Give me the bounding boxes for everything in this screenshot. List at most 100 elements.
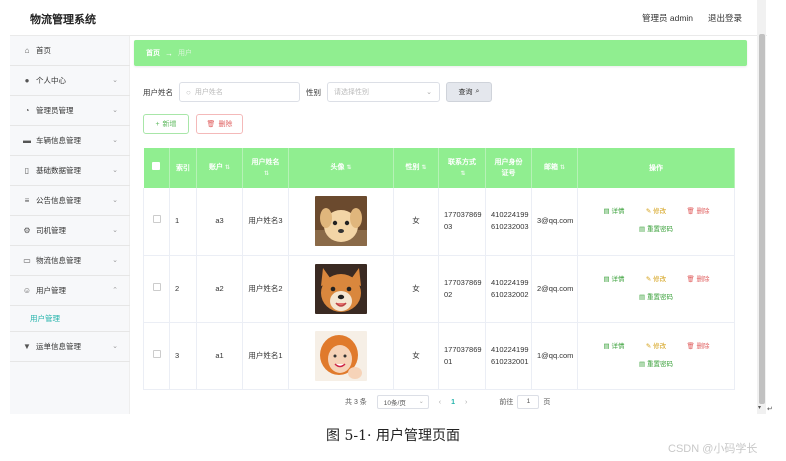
reset-password-button[interactable]: ▤ 重置密码 bbox=[626, 292, 686, 304]
chevron-down-icon: ⌄ bbox=[418, 399, 424, 405]
sidebar-item-admin-management[interactable]: ◔ 管理员管理 ⌄ bbox=[10, 96, 130, 126]
header-name[interactable]: 用户姓名 ⇅ bbox=[242, 148, 289, 188]
reset-password-button[interactable]: ▤ 重置密码 bbox=[626, 359, 686, 371]
edit-button[interactable]: ✎ 修改 bbox=[635, 274, 677, 286]
row-checkbox[interactable] bbox=[143, 255, 170, 323]
page-number[interactable]: 1 bbox=[451, 399, 455, 406]
gender-filter-placeholder: 请选择性别 bbox=[334, 89, 369, 96]
goto-page-input[interactable]: 1 bbox=[517, 395, 540, 409]
header-phone[interactable]: 联系方式 ⇅ bbox=[438, 148, 486, 188]
row-checkbox[interactable] bbox=[143, 188, 170, 256]
delete-button[interactable]: 🗑 删除 bbox=[677, 274, 719, 286]
sidebar-item-home[interactable]: ⌂ 首页 bbox=[10, 36, 130, 66]
scroll-down-arrow-icon[interactable]: ▾ bbox=[758, 404, 761, 411]
cell-id-card: 410224199610232003 bbox=[485, 188, 532, 256]
sidebar-item-logistics-info[interactable]: ▭ 物流信息管理 ⌄ bbox=[10, 246, 130, 276]
sidebar-item-vehicle-info[interactable]: ▬ 车辆信息管理 ⌄ bbox=[10, 126, 130, 156]
monitor-icon: ▬ bbox=[23, 136, 31, 145]
sidebar-item-label: 管理员管理 bbox=[36, 106, 74, 115]
sort-icon: ⇅ bbox=[346, 165, 352, 171]
edit-button[interactable]: ✎ 修改 bbox=[635, 341, 677, 353]
puppy-photo bbox=[315, 196, 367, 247]
page-size-select[interactable]: 10条/页 ⌄ bbox=[376, 395, 429, 409]
watermark: CSDN @小码学长 bbox=[668, 443, 758, 455]
detail-button[interactable]: ▤ 详情 bbox=[593, 341, 635, 353]
cell-name: 用户姓名1 bbox=[242, 322, 289, 390]
cell-gender: 女 bbox=[393, 322, 439, 390]
cell-id-card: 410224199610232002 bbox=[485, 255, 532, 323]
list-icon: ≡ bbox=[24, 196, 30, 205]
cell-name: 用户姓名3 bbox=[242, 188, 289, 256]
cell-account: a3 bbox=[196, 188, 243, 256]
table-row: 1 a3 用户姓名3 女 17703786903 410224199610232… bbox=[143, 188, 735, 256]
breadcrumb-separator: → bbox=[165, 48, 173, 58]
cell-gender: 女 bbox=[393, 255, 439, 323]
sidebar-item-label: 个人中心 bbox=[36, 76, 66, 85]
sidebar-item-label: 公告信息管理 bbox=[36, 196, 81, 205]
header-ops: 操作 bbox=[577, 148, 735, 188]
cell-ops: ▤ 详情 ✎ 修改 🗑 删除 ▤ 重置密码 bbox=[577, 188, 735, 256]
plus-icon: + bbox=[155, 120, 160, 128]
name-filter-input[interactable]: ○ 用户姓名 bbox=[179, 82, 300, 102]
goto-label: 前往 bbox=[499, 399, 514, 406]
sidebar: ⌂ 首页 ● 个人中心 ⌄ ◔ 管理员管理 ⌄ ▬ 车辆信息管理 ⌄ ▯ 基础数… bbox=[10, 36, 130, 414]
detail-button[interactable]: ▤ 详情 bbox=[593, 206, 635, 218]
sidebar-subitem-user-management[interactable]: 用户管理 bbox=[10, 306, 130, 332]
breadcrumb-home[interactable]: 首页 bbox=[146, 48, 160, 58]
logout-link[interactable]: 退出登录 bbox=[708, 12, 742, 24]
phone-icon: ▯ bbox=[24, 166, 30, 175]
sidebar-item-user-management[interactable]: ☺ 用户管理 ⌃ bbox=[10, 276, 130, 306]
cell-account: a1 bbox=[196, 322, 243, 390]
batch-delete-button[interactable]: 🗑 删除 bbox=[196, 114, 243, 134]
sidebar-item-label: 司机管理 bbox=[36, 226, 66, 235]
sidebar-item-label: 基础数据管理 bbox=[36, 166, 81, 175]
sidebar-item-announcement[interactable]: ≡ 公告信息管理 ⌄ bbox=[10, 186, 130, 216]
header-id-card[interactable]: 用户身份证号 bbox=[485, 148, 532, 188]
chevron-up-icon: ⌃ bbox=[112, 287, 118, 294]
chevron-down-icon: ⌄ bbox=[112, 257, 118, 264]
user-group-icon: ☺ bbox=[22, 286, 32, 295]
cell-phone: 17703786901 bbox=[438, 322, 486, 390]
name-filter-label: 用户姓名 bbox=[143, 88, 173, 97]
cell-id-card: 410224199610232001 bbox=[485, 322, 532, 390]
cell-email: 3@qq.com bbox=[531, 188, 578, 256]
sidebar-item-basic-data[interactable]: ▯ 基础数据管理 ⌄ bbox=[10, 156, 130, 186]
gender-filter-select[interactable]: 请选择性别 ⌄ bbox=[327, 82, 440, 102]
cell-gender: 女 bbox=[393, 188, 439, 256]
page-size-value: 10条/页 bbox=[383, 400, 406, 407]
browser-viewport: 物流管理系统 管理员 admin 退出登录 ⌂ 首页 ● 个人中心 ⌄ ◔ 管理… bbox=[10, 0, 767, 414]
row-checkbox[interactable] bbox=[143, 322, 170, 390]
next-page-button[interactable]: › bbox=[465, 399, 467, 406]
cell-index: 2 bbox=[169, 255, 197, 323]
sidebar-item-driver[interactable]: ⚙ 司机管理 ⌄ bbox=[10, 216, 130, 246]
table-header-row: 索引 账户 ⇅ 用户姓名 ⇅ 头像 ⇅ 性别 ⇅ 联系方式 ⇅ 用户身份证号 邮箱 ⇅ 操作 bbox=[143, 148, 735, 188]
chevron-down-icon: ⌄ bbox=[426, 89, 432, 96]
add-button[interactable]: + 新增 bbox=[143, 114, 189, 134]
breadcrumb-current: 用户 bbox=[178, 50, 192, 57]
app-title: 物流管理系统 bbox=[30, 14, 96, 26]
reset-password-button[interactable]: ▤ 重置密码 bbox=[626, 224, 686, 236]
sidebar-item-label: 首页 bbox=[36, 46, 51, 55]
sidebar-item-personal-center[interactable]: ● 个人中心 ⌄ bbox=[10, 66, 130, 96]
header-avatar[interactable]: 头像 ⇅ bbox=[288, 148, 394, 188]
detail-button[interactable]: ▤ 详情 bbox=[593, 274, 635, 286]
header-index: 索引 bbox=[169, 148, 197, 188]
scrollbar-thumb[interactable] bbox=[759, 34, 765, 404]
trash-icon: 🗑 bbox=[206, 121, 216, 128]
header-email[interactable]: 邮箱 ⇅ bbox=[531, 148, 578, 188]
delete-button[interactable]: 🗑 删除 bbox=[677, 341, 719, 353]
sidebar-subitem-label: 用户管理 bbox=[30, 314, 60, 323]
search-icon: ⌕ bbox=[475, 88, 480, 95]
search-button[interactable]: 查询 ⌕ bbox=[446, 82, 492, 102]
search-form: 用户姓名 ○ 用户姓名 性别 请选择性别 ⌄ 查询 ⌕ bbox=[143, 82, 743, 102]
prev-page-button[interactable]: ‹ bbox=[439, 399, 441, 406]
search-icon: ○ bbox=[186, 87, 191, 97]
edit-button[interactable]: ✎ 修改 bbox=[635, 206, 677, 218]
sidebar-item-waybill[interactable]: ▼ 运单信息管理 ⌄ bbox=[10, 332, 130, 362]
delete-button[interactable]: 🗑 删除 bbox=[677, 206, 719, 218]
select-all-checkbox[interactable] bbox=[143, 148, 170, 188]
cell-ops: ▤ 详情 ✎ 修改 🗑 删除 ▤ 重置密码 bbox=[577, 255, 735, 323]
header-account[interactable]: 账户 ⇅ bbox=[196, 148, 243, 188]
header-gender[interactable]: 性别 ⇅ bbox=[393, 148, 439, 188]
name-filter-placeholder: 用户姓名 bbox=[194, 89, 223, 96]
